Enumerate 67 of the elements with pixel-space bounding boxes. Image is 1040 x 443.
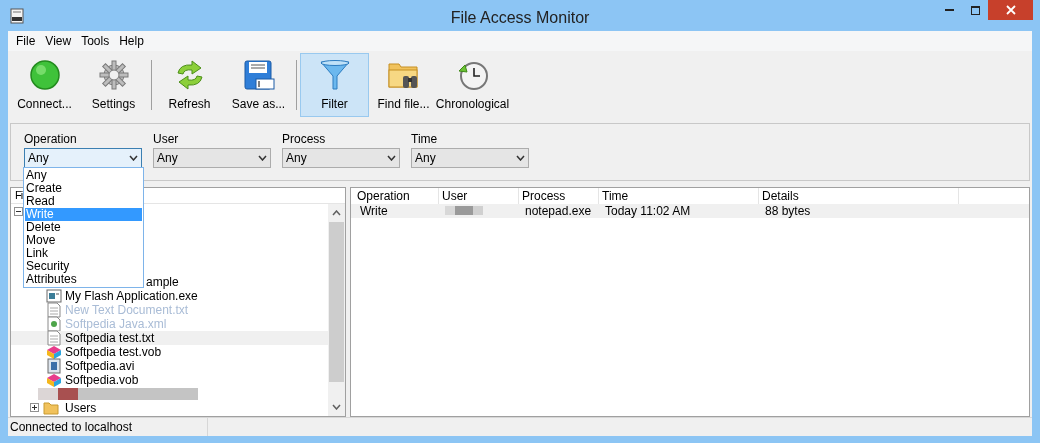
chevron-down-icon bbox=[387, 154, 396, 161]
collapse-icon[interactable] bbox=[14, 207, 23, 217]
dropdown[interactable]: Any bbox=[282, 147, 400, 168]
toolbar-button[interactable]: Filter bbox=[300, 53, 369, 118]
filter-label: Time bbox=[411, 130, 439, 148]
window-title: File Access Monitor bbox=[450, 9, 590, 26]
status-text: Connected to localhost bbox=[10, 419, 133, 436]
filter-label: Process bbox=[282, 130, 327, 148]
cube-file-icon bbox=[46, 343, 62, 360]
table-row[interactable]: Write notepad.exe Today 11:02 AM 88 bytes bbox=[351, 203, 1029, 218]
folder-icon bbox=[43, 399, 59, 416]
column-header[interactable]: Process bbox=[519, 187, 599, 204]
column-header: Fi bbox=[15, 187, 23, 203]
table-cell-text: 88 bytes bbox=[765, 202, 811, 220]
scroll-up-icon bbox=[332, 209, 341, 216]
column-header[interactable]: User bbox=[439, 187, 519, 204]
tree-item[interactable]: Users bbox=[65, 398, 97, 417]
dropdown-option[interactable]: Link bbox=[25, 247, 142, 260]
dropdown-option[interactable]: Attributes bbox=[25, 273, 142, 286]
menu-item[interactable]: File bbox=[11, 31, 41, 50]
table-cell-text: notepad.exe bbox=[525, 202, 592, 220]
expand-icon[interactable] bbox=[30, 403, 39, 413]
chevron-down-icon bbox=[516, 154, 525, 161]
funnel-icon bbox=[318, 59, 351, 92]
toolbar-button[interactable]: Settings bbox=[79, 53, 148, 118]
dropdown-option[interactable]: Create bbox=[25, 182, 142, 195]
chevron-down-icon bbox=[258, 154, 267, 161]
dropdown-option[interactable]: Security bbox=[25, 260, 142, 273]
menu-item[interactable]: View bbox=[40, 31, 77, 50]
maximize-icon bbox=[970, 5, 980, 15]
table-cell-text: Write bbox=[360, 203, 388, 220]
text-file-icon bbox=[46, 329, 62, 346]
close-button[interactable] bbox=[988, 0, 1033, 20]
dropdown[interactable]: Any bbox=[24, 147, 142, 168]
tree-item[interactable]: ample bbox=[146, 272, 179, 291]
settings-icon bbox=[97, 59, 130, 92]
clock-icon bbox=[456, 59, 489, 92]
dropdown[interactable]: Any bbox=[153, 147, 271, 168]
toolbar-button[interactable]: Connect... bbox=[10, 53, 79, 118]
chevron-down-icon bbox=[129, 154, 138, 161]
status-light-icon bbox=[28, 59, 61, 92]
xml-file-icon bbox=[46, 315, 62, 332]
text-file-icon bbox=[46, 301, 62, 318]
save-icon bbox=[242, 59, 275, 92]
toolbar-button[interactable]: Refresh bbox=[155, 53, 224, 118]
toolbar-button[interactable]: Save as... bbox=[224, 53, 293, 118]
dropdown-option[interactable]: Any bbox=[25, 169, 142, 182]
scroll-down-icon bbox=[332, 404, 341, 410]
dropdown-option[interactable]: Move bbox=[25, 234, 142, 247]
app-icon bbox=[9, 7, 25, 24]
menu-item[interactable]: Help bbox=[114, 31, 149, 50]
dropdown-option[interactable]: Read bbox=[25, 195, 142, 208]
column-header[interactable]: Time bbox=[599, 187, 759, 204]
table-cell-text: Today 11:02 AM bbox=[605, 202, 691, 220]
filter-label: User bbox=[153, 130, 180, 148]
cube-file-icon bbox=[46, 371, 62, 388]
column-header[interactable]: Details bbox=[759, 187, 959, 204]
scrollbar[interactable] bbox=[328, 203, 345, 416]
filter-label: Operation bbox=[24, 130, 78, 148]
menu-item[interactable]: Tools bbox=[76, 31, 115, 50]
minimize-icon bbox=[944, 9, 954, 11]
dropdown[interactable]: Any bbox=[411, 147, 529, 168]
column-header[interactable]: Operation bbox=[354, 187, 439, 204]
film-file-icon bbox=[46, 357, 62, 374]
close-icon bbox=[1005, 5, 1016, 15]
dropdown-option[interactable]: Delete bbox=[25, 221, 142, 234]
toolbar-button[interactable]: Chronological bbox=[438, 53, 507, 118]
